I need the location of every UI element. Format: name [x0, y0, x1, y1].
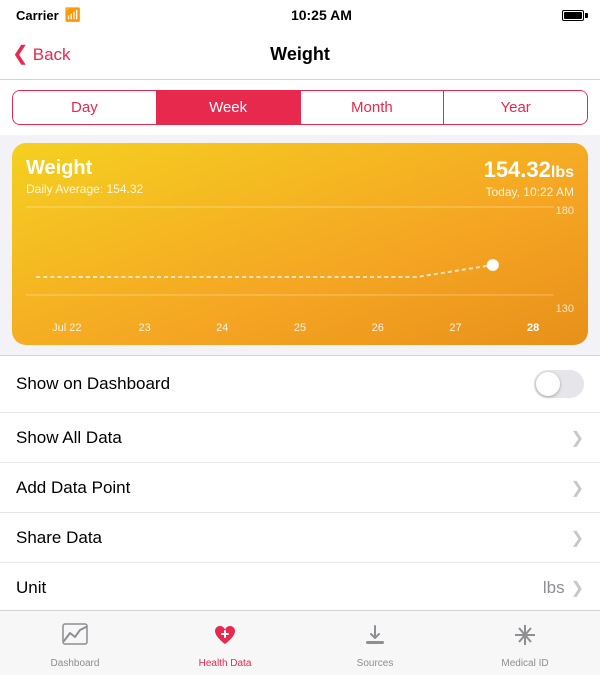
list-section: Show on Dashboard Show All Data ❯ Add Da…	[0, 355, 600, 614]
status-right	[562, 10, 584, 21]
tab-medical-id-label: Medical ID	[501, 658, 548, 669]
x-label-3: 25	[261, 322, 339, 334]
status-bar: Carrier 📶 10:25 AM	[0, 0, 600, 30]
back-label: Back	[33, 45, 71, 65]
show-all-data-label: Show All Data	[16, 428, 122, 448]
unit-label: Unit	[16, 578, 46, 598]
toggle-knob	[536, 372, 560, 396]
tab-sources-label: Sources	[357, 658, 394, 669]
add-data-point-item[interactable]: Add Data Point ❯	[0, 463, 600, 513]
tab-bar: Dashboard Health Data Sources	[0, 610, 600, 675]
tab-dashboard-label: Dashboard	[51, 658, 100, 669]
x-label-1: 23	[106, 322, 184, 334]
x-label-6: 28	[494, 322, 572, 334]
tab-medical-id[interactable]: Medical ID	[450, 617, 600, 669]
chart-header: Weight Daily Average: 154.32 154.32lbs T…	[26, 157, 574, 199]
chart-card: Weight Daily Average: 154.32 154.32lbs T…	[12, 143, 588, 345]
show-dashboard-toggle[interactable]	[534, 370, 584, 398]
chevron-left-icon: ❮	[12, 44, 29, 64]
unit-value: lbs	[543, 578, 565, 598]
segment-container: Day Week Month Year	[0, 80, 600, 135]
tab-dashboard[interactable]: Dashboard	[0, 617, 150, 669]
chevron-right-icon-3: ❯	[571, 528, 584, 548]
show-all-data-right: ❯	[571, 428, 584, 448]
share-data-item[interactable]: Share Data ❯	[0, 513, 600, 563]
status-left: Carrier 📶	[16, 7, 81, 23]
show-all-data-item[interactable]: Show All Data ❯	[0, 413, 600, 463]
chart-svg	[26, 205, 574, 315]
tab-month[interactable]: Month	[301, 91, 445, 124]
chart-y-label-130: 130	[556, 303, 574, 315]
unit-right: lbs ❯	[543, 578, 584, 598]
x-label-4: 26	[339, 322, 417, 334]
add-data-point-right: ❯	[571, 478, 584, 498]
chart-y-label-180: 180	[556, 205, 574, 217]
chevron-right-icon-2: ❯	[571, 478, 584, 498]
segment-control: Day Week Month Year	[12, 90, 588, 125]
nav-bar: ❮ Back Weight	[0, 30, 600, 80]
tab-day[interactable]: Day	[13, 91, 157, 124]
health-data-icon	[212, 623, 238, 654]
tab-sources[interactable]: Sources	[300, 617, 450, 669]
unit-item[interactable]: Unit lbs ❯	[0, 563, 600, 613]
tab-health-data-label: Health Data	[199, 658, 252, 669]
chart-x-labels: Jul 22 23 24 25 26 27 28	[26, 322, 574, 334]
battery-icon	[562, 10, 584, 21]
tab-year[interactable]: Year	[444, 91, 587, 124]
x-label-0: Jul 22	[28, 322, 106, 334]
sources-icon	[362, 623, 388, 654]
tab-week[interactable]: Week	[157, 91, 301, 124]
page-title: Weight	[270, 44, 330, 65]
chevron-right-icon-4: ❯	[571, 578, 584, 598]
chart-area: 180 130 Jul 22 23 24 25 26 27 28	[26, 205, 574, 335]
share-data-right: ❯	[571, 528, 584, 548]
chevron-right-icon: ❯	[571, 428, 584, 448]
chart-daily-avg: Daily Average: 154.32	[26, 182, 143, 196]
share-data-label: Share Data	[16, 528, 102, 548]
show-dashboard-label: Show on Dashboard	[16, 374, 170, 394]
wifi-icon: 📶	[65, 7, 81, 23]
x-label-5: 27	[417, 322, 495, 334]
status-time: 10:25 AM	[291, 7, 352, 23]
back-button[interactable]: ❮ Back	[12, 45, 71, 65]
chart-header-left: Weight Daily Average: 154.32	[26, 157, 143, 196]
chart-value: 154.32lbs	[484, 157, 574, 183]
x-label-2: 24	[183, 322, 261, 334]
add-data-point-label: Add Data Point	[16, 478, 130, 498]
tab-health-data[interactable]: Health Data	[150, 617, 300, 669]
chart-header-right: 154.32lbs Today, 10:22 AM	[484, 157, 574, 199]
chart-title: Weight	[26, 157, 143, 180]
chart-time: Today, 10:22 AM	[484, 185, 574, 199]
medical-id-icon	[512, 623, 538, 654]
dashboard-icon	[62, 623, 88, 654]
carrier-label: Carrier	[16, 8, 59, 23]
show-dashboard-item: Show on Dashboard	[0, 356, 600, 413]
